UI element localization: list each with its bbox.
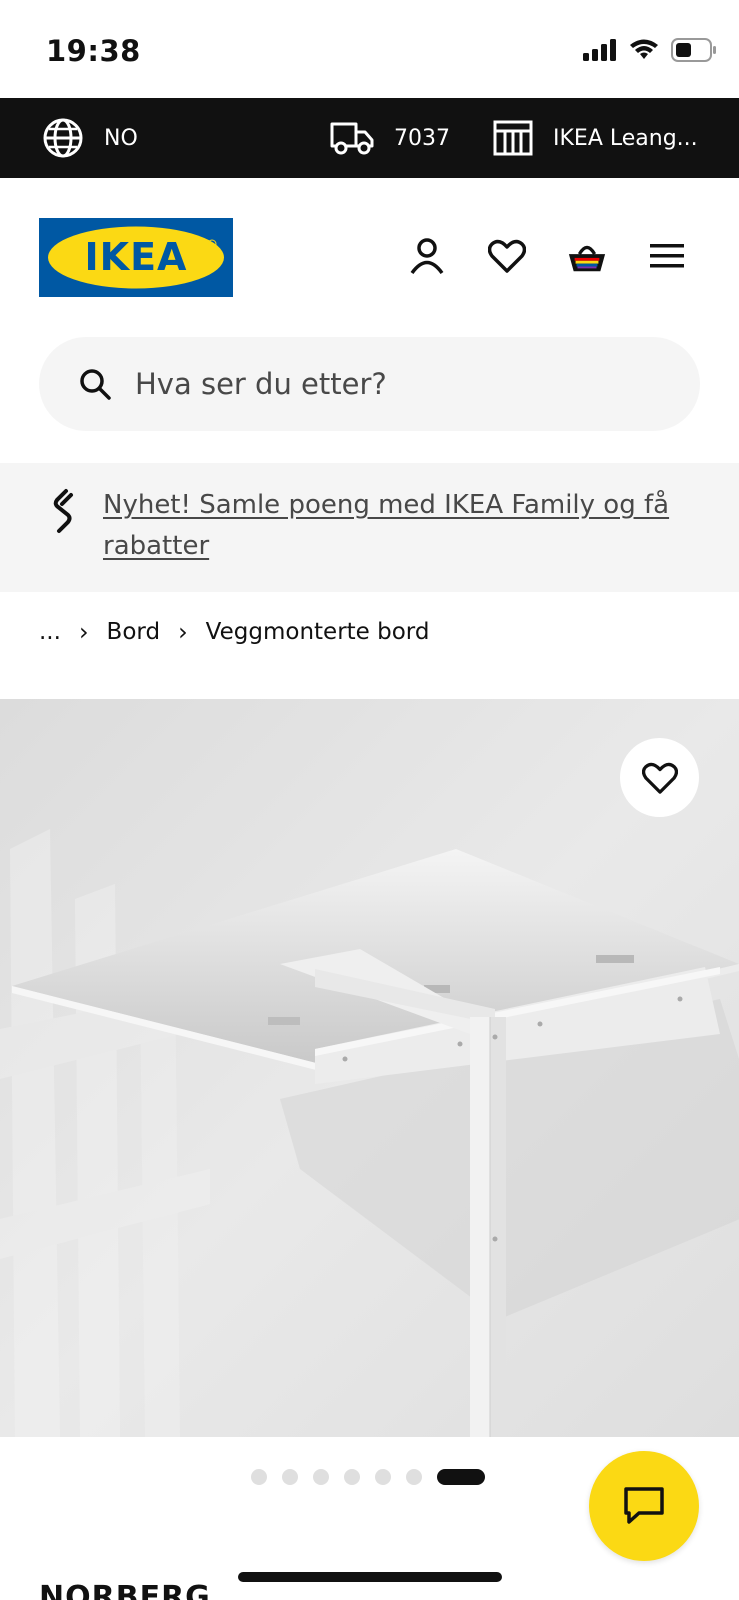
heart-icon [641, 762, 678, 794]
menu-icon [650, 244, 684, 268]
breadcrumb-ellipsis[interactable]: ... [39, 619, 61, 645]
carousel-dot[interactable] [406, 1469, 422, 1485]
language-label: NO [104, 125, 138, 151]
breadcrumb: ... › Bord › Veggmonterte bord [39, 618, 429, 646]
delivery-truck-icon [330, 122, 374, 155]
cart-button[interactable] [567, 236, 607, 276]
chevron-right-icon: › [178, 618, 188, 646]
wifi-icon [630, 39, 658, 59]
promo-banner: Nyhet! Samle poeng med IKEA Family og få… [0, 463, 739, 592]
status-time: 19:38 [46, 34, 141, 68]
globe-icon [43, 118, 83, 158]
shopping-basket-icon [568, 245, 606, 272]
chat-button[interactable] [589, 1451, 699, 1561]
store-icon [493, 120, 533, 156]
postal-code-selector[interactable]: 7037 [330, 98, 450, 178]
add-to-wishlist-button[interactable] [620, 738, 699, 817]
site-header: IKEA [0, 178, 739, 328]
chat-bubble-icon [624, 1487, 664, 1524]
breadcrumb-item-veggmonterte-bord[interactable]: Veggmonterte bord [206, 619, 430, 645]
language-selector[interactable]: NO [42, 98, 138, 178]
carousel-dot[interactable] [313, 1469, 329, 1485]
account-button[interactable] [407, 236, 447, 276]
search-icon [80, 369, 111, 400]
battery-icon [671, 38, 716, 62]
header-actions [407, 236, 687, 276]
logo-text: IKEA [85, 235, 188, 279]
cellular-signal-icon [583, 39, 616, 61]
ikea-family-link[interactable]: Nyhet! Samle poeng med IKEA Family og få… [103, 485, 703, 567]
carousel-dot[interactable] [282, 1469, 298, 1485]
carousel-dot-active[interactable] [437, 1469, 485, 1485]
home-indicator [238, 1572, 502, 1582]
image-carousel-indicator [251, 1469, 485, 1485]
wishlist-button[interactable] [487, 236, 527, 276]
store-label: IKEA Leang... [553, 125, 698, 151]
store-selector[interactable]: IKEA Leang... [493, 98, 698, 178]
carousel-dot[interactable] [344, 1469, 360, 1485]
product-image-gallery[interactable] [0, 699, 739, 1437]
ikea-logo[interactable]: IKEA [39, 218, 233, 297]
link-chain-icon [53, 489, 73, 533]
status-icons [583, 38, 717, 62]
status-bar: 19:38 [0, 0, 739, 98]
carousel-dot[interactable] [251, 1469, 267, 1485]
search-placeholder: Hva ser du etter? [135, 367, 387, 401]
breadcrumb-item-bord[interactable]: Bord [107, 619, 161, 645]
product-title: NORBERG [39, 1580, 211, 1600]
chevron-right-icon: › [78, 618, 89, 646]
user-icon [410, 238, 444, 274]
menu-button[interactable] [647, 236, 687, 276]
top-utility-strip: NO 7037 IKEA Leang... [0, 98, 739, 178]
postal-code-label: 7037 [394, 125, 450, 151]
heart-icon [488, 239, 526, 273]
product-image [0, 699, 739, 1437]
carousel-dot[interactable] [375, 1469, 391, 1485]
ikea-logo-mark: IKEA [39, 218, 233, 297]
search-input[interactable]: Hva ser du etter? [39, 337, 700, 431]
